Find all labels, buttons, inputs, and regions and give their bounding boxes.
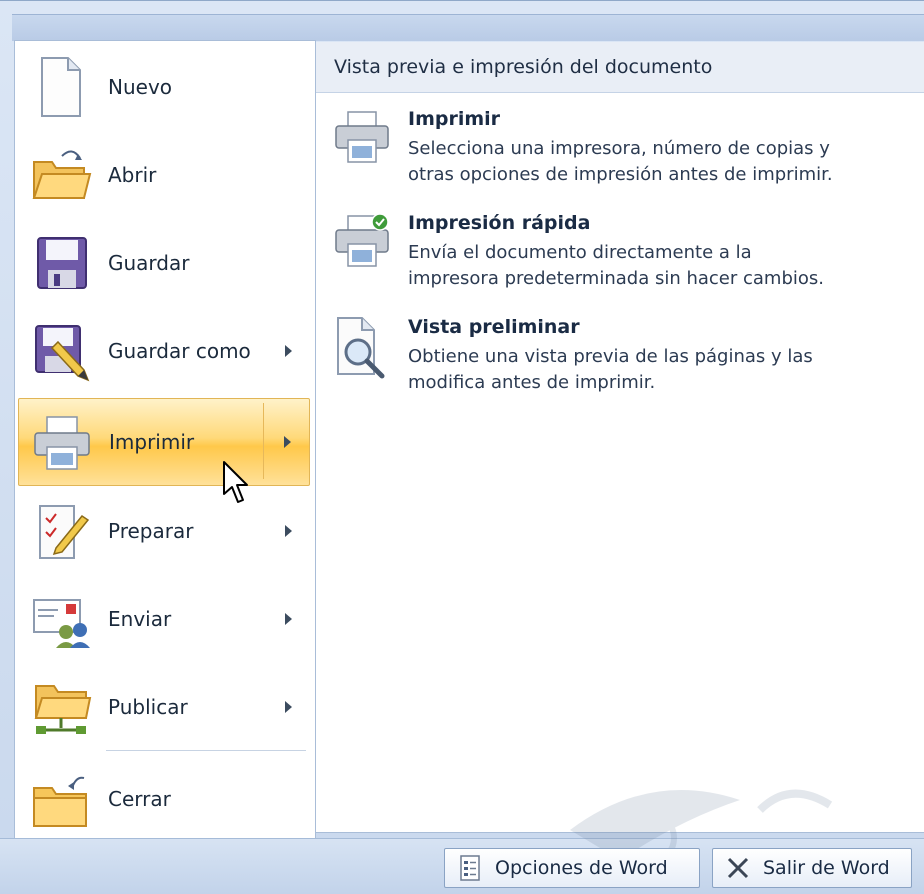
submenu-panel: Vista previa e impresión del documento I… [315, 42, 924, 833]
submenu-arrow-icon [285, 345, 292, 357]
close-x-icon [727, 857, 749, 879]
submenu-arrow-icon [285, 701, 292, 713]
menu-item-preparar[interactable]: Preparar [18, 488, 310, 574]
menu-separator [106, 750, 306, 751]
menu-item-cerrar[interactable]: Cerrar [18, 756, 310, 842]
publish-folder-icon [34, 685, 92, 734]
submenu-arrow-icon[interactable] [284, 436, 291, 448]
option-description-line: modifica antes de imprimir. [408, 372, 656, 393]
split-button-divider [263, 403, 264, 479]
option-title: Vista preliminar [408, 316, 580, 338]
printer-icon [335, 111, 389, 163]
send-icon [33, 599, 90, 648]
option-title: Impresión rápida [408, 212, 591, 234]
submenu-header: Vista previa e impresión del documento [316, 42, 924, 93]
exit-word-button[interactable]: Salir de Word [712, 848, 912, 888]
close-folder-icon [33, 776, 87, 827]
submenu-option-vista-preliminar[interactable]: Vista preliminar Obtiene una vista previ… [332, 316, 912, 406]
option-description: Obtiene una vista previa de las páginas … [408, 344, 918, 396]
save-disk-icon [37, 237, 87, 289]
menu-item-abrir[interactable]: Abrir [18, 132, 310, 218]
menu-item-label: Nuevo [108, 75, 173, 99]
submenu-arrow-icon [285, 613, 292, 625]
open-folder-icon [32, 150, 92, 199]
save-as-icon [35, 325, 90, 382]
menu-item-label: Abrir [108, 163, 157, 187]
exit-word-label: Salir de Word [763, 857, 890, 879]
menu-item-label: Cerrar [108, 787, 171, 811]
prepare-document-icon [39, 505, 90, 559]
option-description-line: Obtiene una vista previa de las páginas … [408, 346, 813, 367]
submenu-title: Vista previa e impresión del documento [334, 56, 713, 78]
menu-item-enviar[interactable]: Enviar [18, 576, 310, 662]
option-description-line: otras opciones de impresión antes de imp… [408, 164, 833, 185]
menu-item-label: Guardar [108, 251, 190, 275]
printer-icon [34, 416, 90, 470]
option-description: Envía el documento directamente a la imp… [408, 240, 918, 292]
option-description: Selecciona una impresora, número de copi… [408, 136, 918, 188]
word-options-label: Opciones de Word [495, 857, 668, 879]
menu-item-label: Guardar como [108, 339, 251, 363]
submenu-option-impresion-rapida[interactable]: Impresión rápida Envía el documento dire… [332, 212, 912, 302]
menu-item-label: Imprimir [109, 430, 195, 454]
menu-item-imprimir[interactable]: Imprimir [18, 398, 310, 486]
new-document-icon [41, 57, 81, 117]
menu-item-label: Publicar [108, 695, 188, 719]
print-preview-icon [337, 317, 385, 379]
submenu-arrow-icon [285, 525, 292, 537]
submenu-option-imprimir[interactable]: Imprimir Selecciona una impresora, númer… [332, 108, 912, 198]
options-document-icon [460, 855, 480, 881]
option-description-line: impresora predeterminada sin hacer cambi… [408, 268, 824, 289]
menu-item-guardar[interactable]: Guardar [18, 220, 310, 306]
menu-item-publicar[interactable]: Publicar [18, 664, 310, 750]
quick-print-icon [335, 213, 389, 267]
option-description-line: Envía el documento directamente a la [408, 242, 752, 263]
menu-item-guardar-como[interactable]: Guardar como [18, 308, 310, 394]
option-title: Imprimir [408, 108, 501, 130]
option-description-line: Selecciona una impresora, número de copi… [408, 138, 830, 159]
menu-item-nuevo[interactable]: Nuevo [18, 44, 310, 130]
menu-item-label: Preparar [108, 519, 194, 543]
mouse-pointer-icon [223, 461, 248, 503]
menu-item-label: Enviar [108, 607, 172, 631]
menu-top-band [12, 14, 924, 41]
word-options-button[interactable]: Opciones de Word [444, 848, 700, 888]
